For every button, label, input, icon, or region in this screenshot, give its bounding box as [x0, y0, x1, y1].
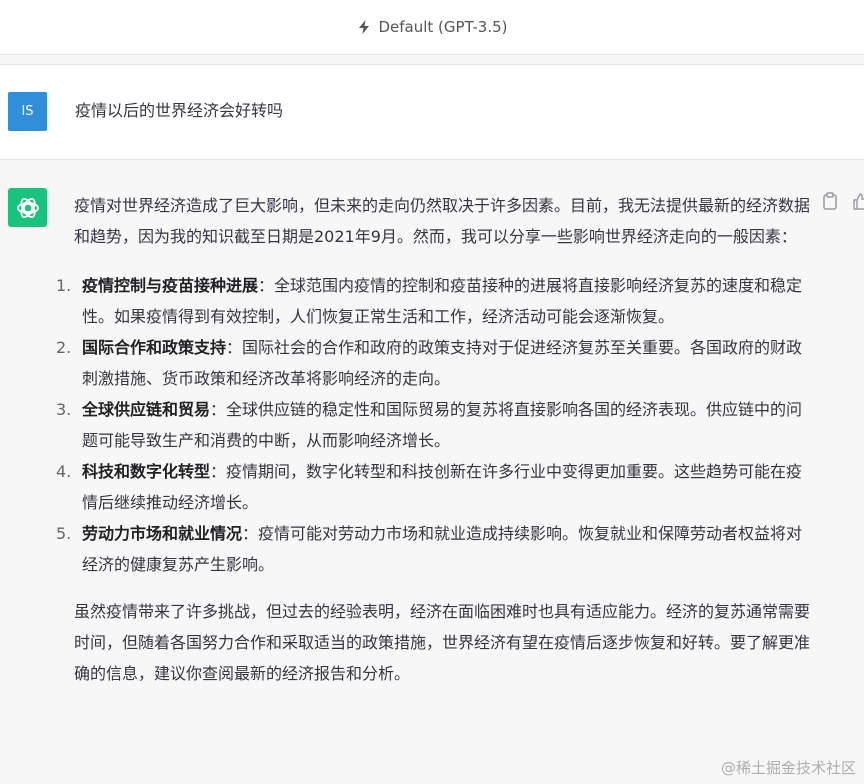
user-message-row: IS 疫情以后的世界经济会好转吗 [0, 65, 864, 160]
header-divider [0, 55, 864, 65]
user-message-text: 疫情以后的世界经济会好转吗 [75, 101, 284, 120]
watermark: @稀土掘金技术社区 [720, 759, 856, 777]
list-item-title: 科技和数字化转型 [82, 462, 211, 481]
model-label: Default (GPT-3.5) [378, 18, 508, 36]
assistant-conclusion: 虽然疫情带来了许多挑战，但过去的经验表明，经济在面临困难时也具有适应能力。经济的… [74, 602, 811, 683]
assistant-message-text: 疫情对世界经济造成了巨大影响，但未来的走向仍然取决于许多因素。目前，我无法提供最… [56, 190, 814, 689]
list-item-title: 全球供应链和贸易 [82, 400, 211, 419]
list-item-title: 劳动力市场和就业情况 [82, 524, 243, 543]
list-number: 2. [56, 338, 72, 357]
list-item-title: 国际合作和政策支持 [82, 338, 227, 357]
list-item: 1. 疫情控制与疫苗接种进展：全球范围内疫情的控制和疫苗接种的进展将直接影响经济复… [56, 270, 814, 332]
list-number: 1. [56, 276, 72, 295]
list-item-title: 疫情控制与疫苗接种进展 [82, 276, 259, 295]
list-number: 4. [56, 462, 72, 481]
assistant-intro: 疫情对世界经济造成了巨大影响，但未来的走向仍然取决于许多因素。目前，我无法提供最… [74, 196, 811, 246]
clipboard-icon[interactable] [822, 192, 838, 210]
list-item: 2. 国际合作和政策支持：国际社会的合作和政府的政策支持对于促进经济复苏至关重要。… [56, 332, 814, 394]
list-item: 5. 劳动力市场和就业情况：疫情可能对劳动力市场和就业造成持续影响。恢复就业和保障… [56, 518, 814, 580]
model-header: Default (GPT-3.5) [0, 0, 864, 55]
list-item: 4. 科技和数字化转型：疫情期间，数字化转型和科技创新在许多行业中变得更加重要。这… [56, 456, 814, 518]
factor-list: 1. 疫情控制与疫苗接种进展：全球范围内疫情的控制和疫苗接种的进展将直接影响经济复… [56, 270, 814, 580]
openai-logo-icon [8, 188, 47, 227]
assistant-message-row: 疫情对世界经济造成了巨大影响，但未来的走向仍然取决于许多因素。目前，我无法提供最… [0, 160, 864, 784]
list-number: 3. [56, 400, 72, 419]
user-avatar: IS [8, 92, 47, 131]
thumbs-up-icon[interactable] [852, 192, 864, 210]
list-number: 5. [56, 524, 72, 543]
bolt-icon [359, 20, 370, 34]
list-item: 3. 全球供应链和贸易：全球供应链的稳定性和国际贸易的复苏将直接影响各国的经济表现… [56, 394, 814, 456]
